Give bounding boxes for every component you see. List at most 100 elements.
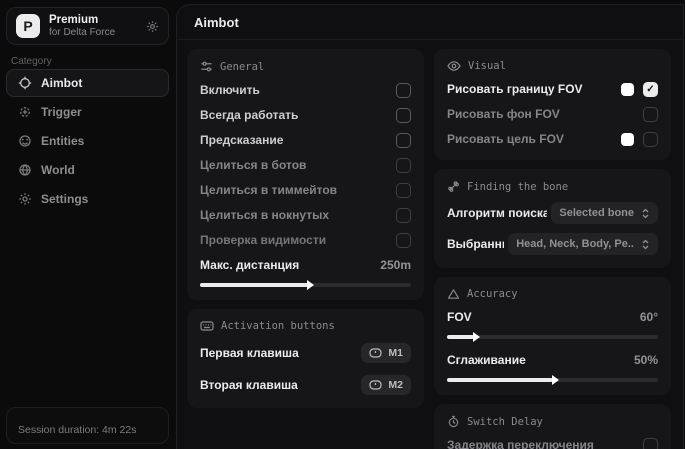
keybind-row-first: Первая клавиша M1 bbox=[200, 343, 411, 363]
panel-title: General bbox=[220, 61, 264, 73]
sidebar-item-label: Aimbot bbox=[41, 76, 82, 90]
smoothing-label: Сглаживание bbox=[447, 353, 526, 367]
color-swatch[interactable] bbox=[621, 83, 634, 96]
toggle-row-visibility-check: Проверка видимости bbox=[200, 232, 411, 248]
visual-label: Рисовать границу FOV bbox=[447, 82, 583, 96]
visual-row-fov-target: Рисовать цель FOV bbox=[447, 131, 658, 147]
selected-bones-select[interactable]: Head, Neck, Body, Pe.. bbox=[508, 233, 658, 255]
sidebar: P Premium for Delta Force Category Aimbo… bbox=[0, 0, 176, 449]
sliders-icon bbox=[200, 60, 213, 73]
app-logo: P bbox=[16, 14, 40, 38]
sidebar-item-entities[interactable]: Entities bbox=[6, 127, 169, 155]
checkbox-prediction[interactable] bbox=[396, 133, 411, 148]
checkbox-aim-bots[interactable] bbox=[396, 158, 411, 173]
panel-switch-delay-header: Switch Delay bbox=[447, 415, 658, 428]
slider-row-max-distance: Макс. дистанция 250m bbox=[200, 257, 411, 273]
entities-icon bbox=[18, 134, 32, 148]
main-header: Aimbot bbox=[177, 5, 683, 40]
target-icon bbox=[18, 105, 32, 119]
gear-icon[interactable] bbox=[146, 20, 159, 33]
category-nav: Aimbot Trigger Entities bbox=[6, 69, 169, 214]
checkbox-always-work[interactable] bbox=[396, 108, 411, 123]
sidebar-item-label: Settings bbox=[41, 192, 88, 206]
select-value: Head, Neck, Body, Pe.. bbox=[516, 238, 634, 250]
fov-slider-row: FOV 60° bbox=[447, 309, 658, 325]
panel-switch-delay: Switch Delay Задержка переключения Задер… bbox=[434, 404, 671, 449]
settings-gear-icon bbox=[18, 192, 32, 206]
mouse-icon bbox=[369, 348, 382, 358]
sidebar-item-settings[interactable]: Settings bbox=[6, 185, 169, 213]
brand-subtitle: for Delta Force bbox=[49, 27, 137, 39]
fov-label: FOV bbox=[447, 310, 472, 324]
smoothing-value: 50% bbox=[634, 353, 658, 367]
keybind-value: M1 bbox=[388, 347, 403, 359]
globe-icon bbox=[18, 163, 32, 177]
max-distance-slider[interactable] bbox=[200, 283, 411, 287]
unfold-icon bbox=[641, 239, 650, 250]
crosshair-icon bbox=[18, 76, 32, 90]
sidebar-item-trigger[interactable]: Trigger bbox=[6, 98, 169, 126]
panel-title: Switch Delay bbox=[467, 416, 543, 428]
slider-value: 250m bbox=[380, 258, 411, 272]
visual-label: Рисовать цель FOV bbox=[447, 132, 564, 146]
color-swatch[interactable] bbox=[621, 133, 634, 146]
panel-general: General Включить Всегда работать Предска… bbox=[187, 49, 424, 300]
keyboard-icon bbox=[200, 320, 214, 332]
switch-delay-toggle-row: Задержка переключения bbox=[447, 437, 658, 449]
slider-fill bbox=[447, 378, 553, 382]
logo-letter: P bbox=[23, 18, 32, 34]
bone-algorithm-select[interactable]: Selected bone bbox=[551, 202, 658, 224]
keybind-button-second[interactable]: M2 bbox=[361, 375, 411, 395]
select-value: Selected bone bbox=[559, 207, 634, 219]
brand-card[interactable]: P Premium for Delta Force bbox=[6, 7, 169, 45]
sidebar-item-world[interactable]: World bbox=[6, 156, 169, 184]
panel-general-header: General bbox=[200, 60, 411, 73]
fov-slider[interactable] bbox=[447, 335, 658, 339]
content: General Включить Всегда работать Предска… bbox=[177, 40, 683, 449]
sidebar-item-label: Entities bbox=[41, 134, 84, 148]
checkbox-enable[interactable] bbox=[396, 83, 411, 98]
slider-label: Макс. дистанция bbox=[200, 258, 299, 272]
panel-title: Visual bbox=[468, 60, 506, 72]
toggle-label: Целиться в ботов bbox=[200, 158, 306, 172]
checkbox-aim-knocked[interactable] bbox=[396, 208, 411, 223]
session-duration: Session duration: 4m 22s bbox=[18, 424, 136, 436]
selected-bones-label: Выбранные кос bbox=[447, 237, 504, 251]
toggle-row-aim-knocked: Целиться в нокнутых bbox=[200, 207, 411, 223]
slider-fill bbox=[200, 283, 308, 287]
keybind-button-first[interactable]: M1 bbox=[361, 343, 411, 363]
checkbox-aim-teammates[interactable] bbox=[396, 183, 411, 198]
bone-algorithm-label: Алгоритм поиска кост bbox=[447, 206, 547, 220]
left-column: General Включить Всегда работать Предска… bbox=[187, 49, 424, 449]
panel-accuracy: Accuracy FOV 60° Сглаживание 50% bbox=[434, 277, 671, 395]
eye-icon bbox=[447, 60, 461, 72]
toggle-label: Целиться в тиммейтов bbox=[200, 183, 337, 197]
smoothing-slider[interactable] bbox=[447, 378, 658, 382]
visual-label: Рисовать фон FOV bbox=[447, 107, 560, 121]
checkbox-visibility-check[interactable] bbox=[396, 233, 411, 248]
keybind-row-second: Вторая клавиша M2 bbox=[200, 375, 411, 395]
sidebar-item-aimbot[interactable]: Aimbot bbox=[6, 69, 169, 97]
keybind-label: Первая клавиша bbox=[200, 346, 299, 360]
toggle-row-enable: Включить bbox=[200, 82, 411, 98]
panel-visual-header: Visual bbox=[447, 60, 658, 72]
smoothing-slider-row: Сглаживание 50% bbox=[447, 352, 658, 368]
selected-bones-row: Выбранные кос Head, Neck, Body, Pe.. bbox=[447, 233, 658, 255]
checkbox-fov-target[interactable] bbox=[643, 132, 658, 147]
mouse-icon bbox=[369, 380, 382, 390]
panel-finding-bone-header: Finding the bone bbox=[447, 180, 658, 193]
checkbox-switch-delay[interactable] bbox=[643, 438, 658, 449]
checkbox-fov-border[interactable] bbox=[643, 82, 658, 97]
toggle-row-aim-bots: Целиться в ботов bbox=[200, 157, 411, 173]
toggle-row-aim-teammates: Целиться в тиммейтов bbox=[200, 182, 411, 198]
bone-algorithm-row: Алгоритм поиска кост Selected bone bbox=[447, 202, 658, 224]
panel-finding-bone: Finding the bone Алгоритм поиска кост Se… bbox=[434, 169, 671, 268]
panel-title: Finding the bone bbox=[467, 181, 568, 193]
category-label: Category bbox=[11, 56, 52, 67]
sidebar-item-label: World bbox=[41, 163, 75, 177]
main-panel: Aimbot General Включить bbox=[176, 4, 684, 449]
timer-icon bbox=[447, 415, 460, 428]
toggle-label: Всегда работать bbox=[200, 108, 298, 122]
checkbox-fov-background[interactable] bbox=[643, 107, 658, 122]
keybind-label: Вторая клавиша bbox=[200, 378, 298, 392]
